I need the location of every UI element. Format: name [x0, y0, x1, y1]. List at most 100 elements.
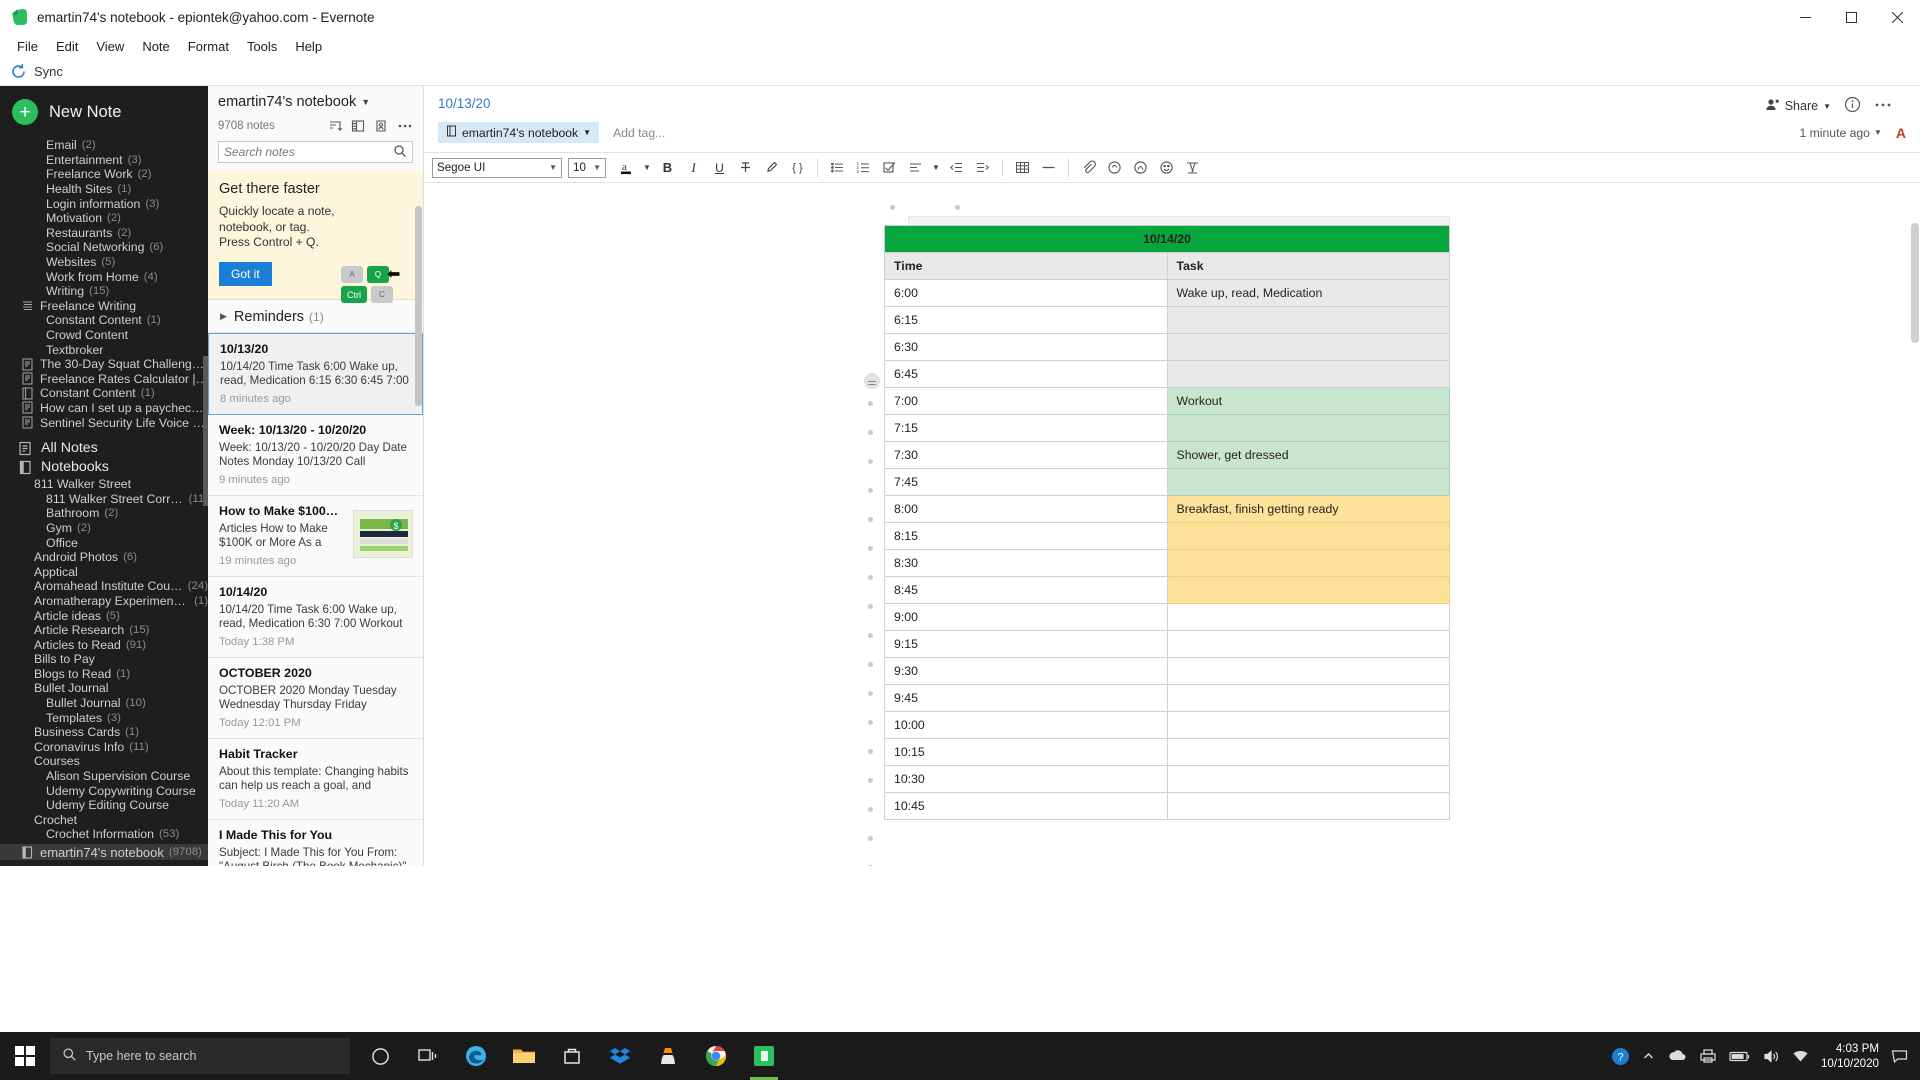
file-explorer-icon[interactable]	[500, 1032, 548, 1080]
sidebar-item[interactable]: Constant Content (1)	[0, 313, 208, 328]
sidebar-item[interactable]: Sentinel Security Life Voice Sig...	[0, 415, 208, 430]
note-list-item[interactable]: 10/13/20 10/14/20 Time Task 6:00 Wake up,…	[208, 332, 423, 415]
schedule-row[interactable]: 7:15	[884, 414, 1450, 442]
highlight-icon[interactable]	[760, 156, 783, 179]
sidebar-item[interactable]: Crochet	[0, 813, 208, 828]
row-handle-dot[interactable]	[868, 604, 873, 609]
evernote-taskbar-icon[interactable]	[740, 1032, 788, 1080]
sidebar-item[interactable]: Bullet Journal	[0, 681, 208, 696]
printer-icon[interactable]	[1699, 1048, 1717, 1064]
menu-tools[interactable]: Tools	[238, 36, 286, 57]
row-handle-dot[interactable]	[868, 633, 873, 638]
schedule-row[interactable]: 6:45	[884, 360, 1450, 388]
menu-format[interactable]: Format	[179, 36, 238, 57]
schedule-task-cell[interactable]	[1166, 630, 1450, 658]
sidebar-item[interactable]: Entertainment (3)	[0, 153, 208, 168]
clear-formatting-icon[interactable]	[1181, 156, 1204, 179]
close-button[interactable]	[1874, 0, 1920, 34]
sidebar-item[interactable]: Freelance Writing	[0, 299, 208, 314]
schedule-task-cell[interactable]	[1166, 792, 1450, 820]
italic-icon[interactable]: I	[682, 156, 705, 179]
table-drag-handle[interactable]	[864, 373, 880, 389]
sidebar-item[interactable]: Android Photos (6)	[0, 550, 208, 565]
schedule-row[interactable]: 10:45	[884, 792, 1450, 820]
sidebar-item[interactable]: Courses	[0, 754, 208, 769]
note-list-item[interactable]: OCTOBER 2020 OCTOBER 2020 Monday Tuesday …	[208, 658, 423, 739]
schedule-task-cell[interactable]	[1166, 684, 1450, 712]
bulleted-list-icon[interactable]	[826, 156, 849, 179]
schedule-row[interactable]: 6:00 Wake up, read, Medication	[884, 279, 1450, 307]
row-handle-dot[interactable]	[868, 749, 873, 754]
start-button[interactable]	[0, 1032, 50, 1080]
row-handle-dot[interactable]	[868, 575, 873, 580]
row-handle-dot[interactable]	[868, 691, 873, 696]
row-handle-dot[interactable]	[868, 807, 873, 812]
note-list-title-row[interactable]: emartin74's notebook ▼	[218, 94, 413, 110]
sidebar-item[interactable]: Crowd Content	[0, 328, 208, 343]
schedule-row[interactable]: 7:30 Shower, get dressed	[884, 441, 1450, 469]
schedule-task-cell[interactable]	[1166, 603, 1450, 631]
numbered-list-icon[interactable]: 123	[852, 156, 875, 179]
sidebar-item[interactable]: Textbroker	[0, 342, 208, 357]
sidebar-item[interactable]: Work from Home (4)	[0, 269, 208, 284]
onedrive-icon[interactable]	[1667, 1049, 1687, 1063]
minimize-button[interactable]	[1782, 0, 1828, 34]
attachment-icon[interactable]	[1077, 156, 1100, 179]
schedule-row[interactable]: 7:00 Workout	[884, 387, 1450, 415]
sidebar-item[interactable]: How can I set up a paycheck d...	[0, 401, 208, 416]
schedule-row[interactable]: 8:45	[884, 576, 1450, 604]
schedule-task-cell[interactable]	[1166, 306, 1450, 334]
edge-icon[interactable]	[452, 1032, 500, 1080]
text-color-icon[interactable]: a	[615, 156, 638, 179]
schedule-row[interactable]: 8:15	[884, 522, 1450, 550]
note-list-item[interactable]: How to Make $100K+... Articles How to Mak…	[208, 496, 423, 577]
new-note-button[interactable]: + New Note	[0, 86, 208, 138]
emoji-icon[interactable]	[1155, 156, 1178, 179]
cortana-icon[interactable]	[356, 1032, 404, 1080]
sidebar-item-notebooks[interactable]: Notebooks	[0, 458, 208, 477]
sidebar-item[interactable]: Bullet Journal (10)	[0, 696, 208, 711]
schedule-row[interactable]: 7:45	[884, 468, 1450, 496]
note-list-scrollbar[interactable]	[415, 206, 422, 406]
note-list-item[interactable]: 10/14/20 10/14/20 Time Task 6:00 Wake up,…	[208, 577, 423, 658]
schedule-row[interactable]: 9:00	[884, 603, 1450, 631]
sidebar-item[interactable]: Aromatherapy Experiment No... (1)	[0, 594, 208, 609]
sidebar-item[interactable]: Bills to Pay	[0, 652, 208, 667]
schedule-task-cell[interactable]	[1166, 711, 1450, 739]
text-color-dropdown-icon[interactable]: ▼	[641, 156, 653, 179]
schedule-task-cell[interactable]	[1166, 549, 1450, 577]
sidebar-item[interactable]: Crochet Information (53)	[0, 827, 208, 842]
strikethrough-icon[interactable]	[734, 156, 757, 179]
volume-icon[interactable]	[1763, 1049, 1780, 1064]
schedule-task-cell[interactable]	[1166, 522, 1450, 550]
sidebar-item[interactable]: Article Research (15)	[0, 623, 208, 638]
schedule-row[interactable]: 8:30	[884, 549, 1450, 577]
row-handle-dot[interactable]	[868, 459, 873, 464]
layout-icon[interactable]	[351, 119, 365, 133]
sync-icon[interactable]	[10, 63, 27, 80]
note-info-icon[interactable]	[1844, 96, 1861, 116]
sidebar-item-all-notes[interactable]: All Notes	[0, 439, 208, 458]
schedule-task-cell[interactable]: Breakfast, finish getting ready	[1166, 495, 1450, 523]
text-color-indicator-icon[interactable]: A	[1896, 125, 1906, 141]
editor-scrollbar[interactable]	[1911, 223, 1919, 343]
schedule-task-cell[interactable]: Wake up, read, Medication	[1166, 279, 1450, 307]
camera-icon[interactable]	[1129, 156, 1152, 179]
sidebar-item[interactable]: Writing (15)	[0, 284, 208, 299]
add-tag-button[interactable]: Add tag...	[613, 126, 665, 140]
row-handle-dot[interactable]	[868, 865, 873, 866]
vlc-icon[interactable]	[644, 1032, 692, 1080]
note-list-item[interactable]: Habit Tracker About this template: Changi…	[208, 739, 423, 820]
indent-icon[interactable]	[971, 156, 994, 179]
sidebar-item[interactable]: Login information (3)	[0, 196, 208, 211]
checkbox-list-icon[interactable]	[878, 156, 901, 179]
sidebar-item[interactable]: Udemy Copywriting Course	[0, 783, 208, 798]
schedule-task-cell[interactable]: Shower, get dressed	[1166, 441, 1450, 469]
sidebar-item[interactable]: Aromahead Institute Course ... (24)	[0, 579, 208, 594]
insert-table-icon[interactable]	[1011, 156, 1034, 179]
sidebar-item[interactable]: Websites (5)	[0, 255, 208, 270]
schedule-row[interactable]: 10:15	[884, 738, 1450, 766]
sidebar-item[interactable]: Social Networking (6)	[0, 240, 208, 255]
schedule-row[interactable]: 9:30	[884, 657, 1450, 685]
table-row-handles[interactable]	[868, 401, 873, 866]
